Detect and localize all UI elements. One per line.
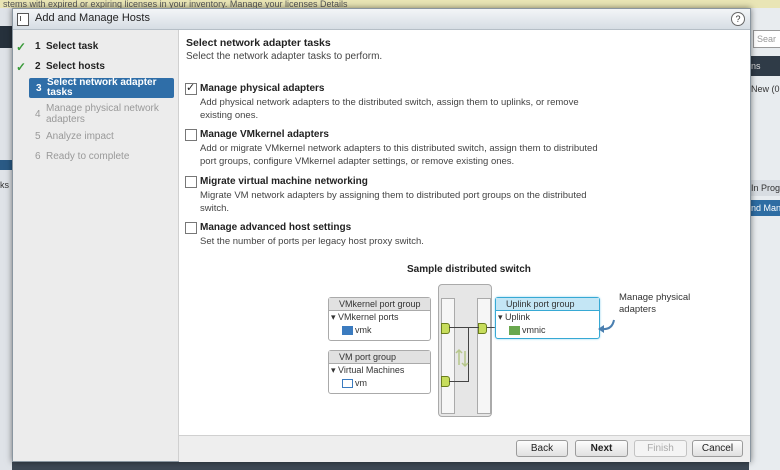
background-right-panel: Sear ns New (0 In Prog nd Man [749,8,780,470]
background-left-panel [0,8,12,470]
vmkernel-adapter-icon [342,326,353,336]
vmkernel-port-group: VMkernel port group ▾ VMkernel ports vmk [328,297,431,341]
step-number: 3 [36,83,42,94]
tree-label: vmnic [522,325,546,335]
traffic-arrows-icon [455,348,469,368]
step-number: 5 [35,131,41,142]
background-left-selected [0,160,12,170]
step-label: Select task [46,41,99,52]
checkbox-migrate-vm-networking[interactable] [185,176,197,188]
step-number: 2 [35,61,41,72]
uplink-port-left [478,323,487,334]
tree-label: Virtual Machines [338,365,405,375]
option-title: Manage VMkernel adapters [200,129,329,140]
step-number: 1 [35,41,41,52]
check-icon: ✓ [16,40,27,54]
step-number: 4 [35,109,41,120]
step-number: 6 [35,151,41,162]
tree-leaf-vmk: vmk [342,325,372,336]
step-label: Select hosts [46,61,105,72]
option-description: Add physical network adapters to the dis… [200,97,579,121]
checkbox-manage-advanced-host-settings[interactable] [185,222,197,234]
license-banner: stems with expired or expiring licenses … [0,0,780,8]
wizard-icon [17,13,29,26]
step-select-network-adapter-tasks[interactable]: 3 Select network adapter tasks [29,78,174,98]
tree-node-uplink: ▾ Uplink [498,312,531,322]
vmkernel-port [441,323,450,334]
check-icon: ✓ [16,60,27,74]
help-icon[interactable]: ? [731,12,745,26]
tree-label: vmk [355,325,372,335]
callout-arrow-icon [598,319,615,333]
option-title: Migrate virtual machine networking [200,176,368,187]
tree-leaf-vmnic: vmnic [509,325,546,336]
add-manage-hosts-dialog: Add and Manage Hosts ? ✓ 1 Select task ✓… [12,8,751,462]
background-right-header: ns [749,56,780,76]
checkbox-manage-physical-adapters[interactable] [185,81,197,95]
group-header: VMkernel port group [329,298,430,311]
option-title: Manage advanced host settings [200,222,352,233]
physical-nic-icon [509,326,520,336]
step-label: Ready to complete [46,151,130,162]
background-new-count: New (0 [751,84,780,94]
group-header: VM port group [329,351,430,364]
page-title: Select network adapter tasks [186,37,331,49]
tree-label: VMkernel ports [338,312,399,322]
checkbox-manage-vmkernel-adapters[interactable] [185,129,197,141]
step-label: Analyze impact [46,131,114,142]
cancel-button[interactable]: Cancel [692,440,743,457]
page-subtitle: Select the network adapter tasks to perf… [186,51,383,62]
option-title: Manage physical adapters [200,83,325,94]
tree-leaf-vm: vm [342,378,367,389]
background-selected-row[interactable]: nd Man [749,200,780,216]
tree-label: vm [355,378,367,388]
diagram-title: Sample distributed switch [407,264,531,275]
tree-node-virtual-machines: ▾ Virtual Machines [331,365,405,375]
step-label: Manage physical network adapters [46,103,159,125]
vm-port-group: VM port group ▾ Virtual Machines vm [328,350,431,394]
background-left-text: ks [0,180,9,190]
wizard-content: Select network adapter tasks Select the … [179,30,750,435]
wizard-steps: ✓ 1 Select task ✓ 2 Select hosts 3 Selec… [13,30,179,461]
switch-left-column [441,298,455,414]
finish-button: Finish [634,440,687,457]
option-description: Migrate VM network adapters by assigning… [200,190,587,214]
wizard-footer: Back Next Finish Cancel [179,435,750,462]
group-header: Uplink port group [496,298,599,311]
vm-icon [342,379,353,389]
option-description: Set the number of ports per legacy host … [200,236,424,247]
tree-label: Uplink [505,312,531,322]
wire [449,327,469,328]
next-button[interactable]: Next [575,440,628,457]
callout-text: Manage physical adapters [619,292,691,315]
wire [449,381,469,382]
step-label: Select network adapter tasks [47,77,157,98]
background-left-dark-strip [0,26,12,48]
tree-node-vmkernel-ports: ▾ VMkernel ports [331,312,399,322]
option-description: Add or migrate VMkernel network adapters… [200,143,598,167]
dialog-title: Add and Manage Hosts [35,12,150,24]
wire [468,327,479,328]
uplink-port-group: Uplink port group ▾ Uplink vmnic [495,297,600,339]
background-in-progress: In Prog [749,180,780,196]
background-search-input[interactable]: Sear [753,30,780,48]
switch-right-column [477,298,491,414]
back-button[interactable]: Back [516,440,568,457]
dialog-titlebar: Add and Manage Hosts ? [13,9,750,30]
